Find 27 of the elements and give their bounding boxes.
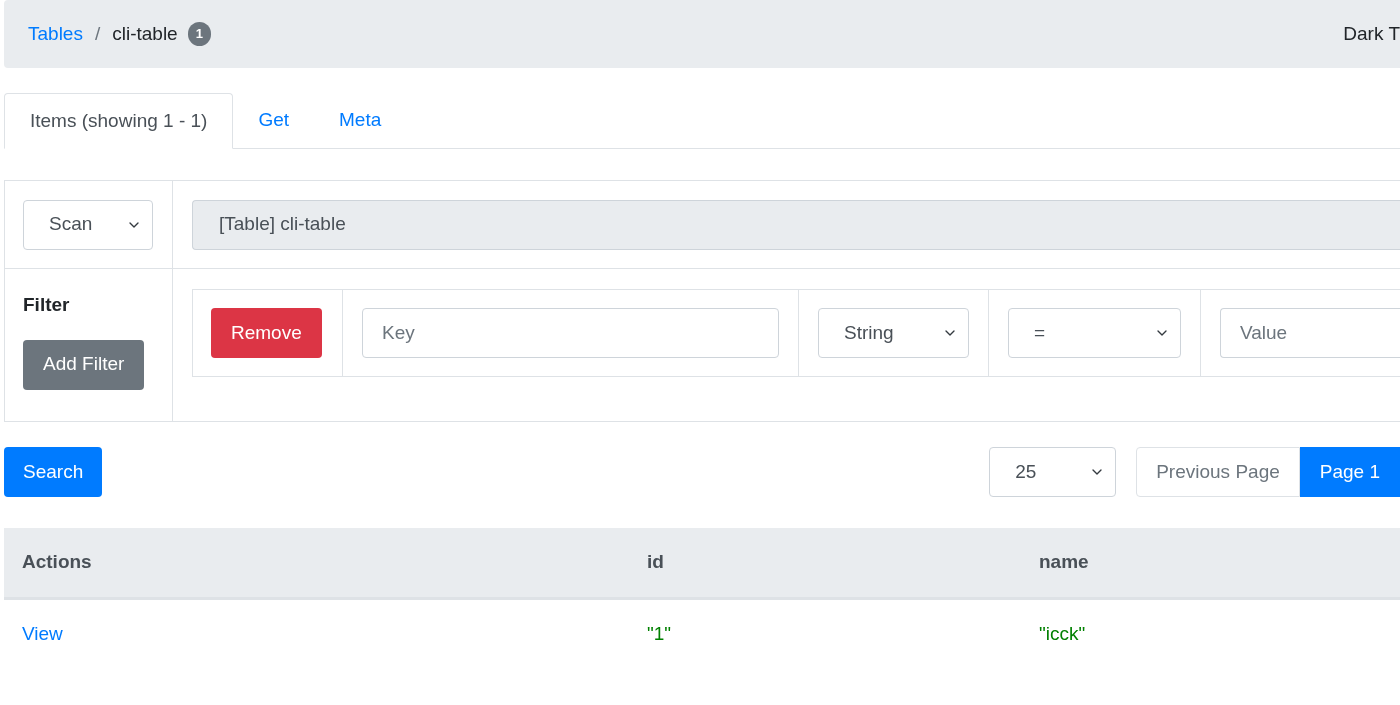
breadcrumb-link[interactable]: Tables — [28, 19, 83, 49]
table-cell: "icck" — [1021, 598, 1400, 668]
count-badge: 1 — [187, 22, 211, 46]
theme-toggle-text[interactable]: Dark T — [1343, 19, 1400, 49]
operation-select[interactable]: Scan — [23, 199, 153, 250]
column-header: id — [629, 528, 1021, 598]
tab[interactable]: Meta — [314, 93, 407, 148]
remove-button[interactable]: Remove — [211, 308, 322, 358]
key-input-field[interactable]: Key — [362, 308, 779, 358]
operator-select[interactable]: = — [1008, 308, 1181, 358]
view-link[interactable]: View — [22, 622, 63, 644]
pagination-button[interactable]: Page 1 — [1299, 447, 1400, 497]
table-input-field[interactable]: [Table] cli-table — [192, 199, 1400, 250]
breadcrumb-separator: / — [94, 21, 101, 46]
search-button[interactable]: Search — [4, 447, 103, 497]
type-select[interactable]: String — [818, 308, 969, 358]
tab[interactable]: Get — [233, 93, 315, 148]
value-input-field[interactable]: Value — [1220, 308, 1400, 358]
pagination-button[interactable]: Previous Page — [1136, 447, 1300, 497]
table-cell: "1" — [629, 598, 1021, 668]
page-size-select[interactable]: 25 — [989, 447, 1117, 497]
add-filter-button[interactable]: Add Filter — [23, 339, 145, 390]
tab[interactable]: Items (showing 1 - 1) — [4, 93, 234, 149]
column-header: Actions — [4, 528, 629, 598]
filter-label: Filter — [23, 293, 71, 317]
column-header: name — [1021, 528, 1400, 598]
breadcrumb-current: cli-table — [112, 21, 178, 46]
